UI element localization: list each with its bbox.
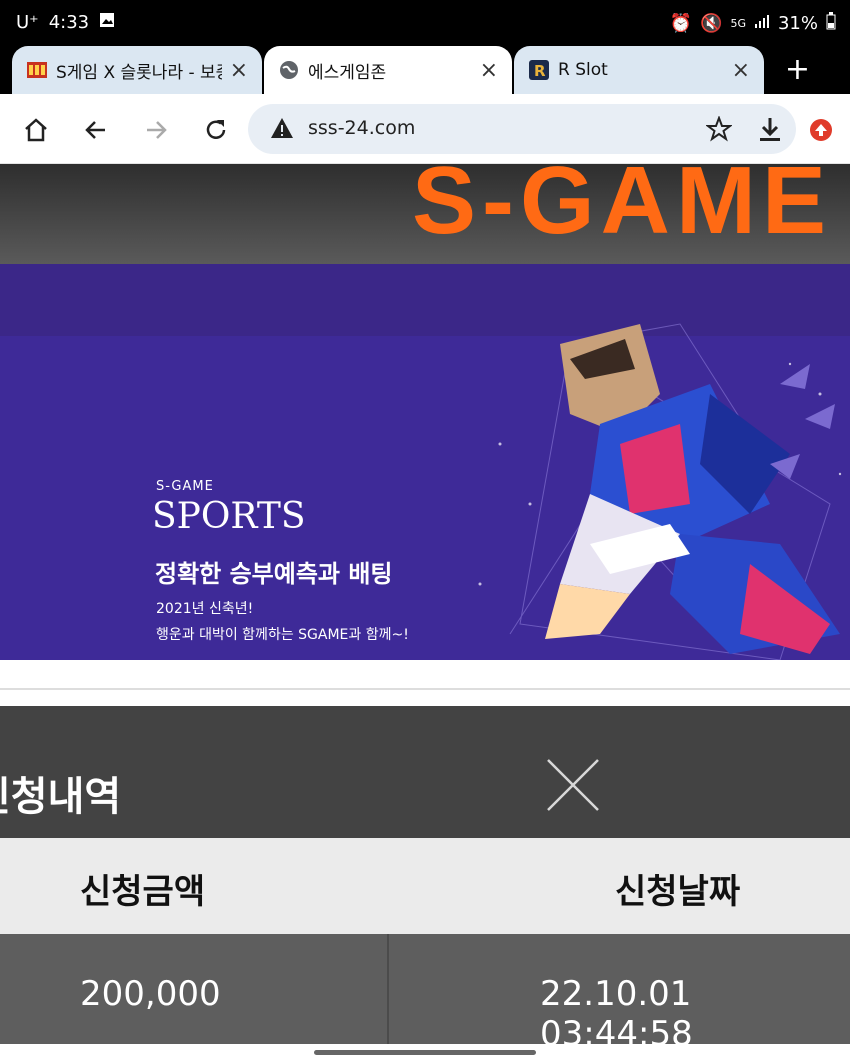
amount-cell: 200,000 — [80, 974, 221, 1014]
column-header-date: 신청날짜 — [615, 872, 741, 912]
gesture-bar — [0, 1044, 850, 1062]
reload-icon[interactable] — [198, 112, 234, 148]
alarm-icon: ⏰ — [669, 13, 693, 34]
gallery-notification-icon — [99, 12, 115, 33]
banner-tagline: 정확한 승부예측과 배팅 — [155, 560, 393, 588]
back-icon[interactable] — [78, 112, 114, 148]
battery-label: 31% — [777, 13, 818, 34]
tab-label: 에스게임존 — [308, 62, 387, 83]
slot-favicon-icon — [26, 59, 48, 81]
signal-icon — [754, 13, 770, 34]
column-header-amount: 신청금액 — [80, 872, 206, 912]
carrier-label: U⁺ — [16, 12, 39, 33]
download-icon[interactable] — [758, 116, 782, 146]
sports-banner[interactable]: S-GAME SPORTS 정확한 승부예측과 배팅 2021년 신축년! 행운… — [0, 264, 850, 660]
home-icon[interactable] — [18, 112, 54, 148]
url-text[interactable]: sss-24.com — [308, 117, 415, 139]
tab-sgamezone[interactable]: 에스게임존 × — [264, 46, 512, 94]
tab-sgame-slot[interactable]: S게임 X 슬롯나라 - 보증 × — [12, 46, 262, 94]
modal-header: 신청내역 — [0, 706, 850, 838]
banner-brand: S-GAME — [156, 479, 214, 494]
forward-icon[interactable] — [138, 112, 174, 148]
divider-line — [0, 688, 850, 690]
site-header: S-GAME — [0, 147, 850, 264]
date-cell: 22.10.01 03:44:58 — [540, 974, 693, 1054]
globe-icon — [278, 59, 300, 81]
tab-close-icon[interactable]: × — [230, 58, 248, 83]
tab-strip: S게임 X 슬롯나라 - 보증 × 에스게임존 × R R Slot × + — [0, 46, 850, 94]
tab-label: S게임 X 슬롯나라 - 보증 — [56, 62, 222, 83]
site-logo[interactable]: S-GAME — [412, 146, 832, 256]
bookmark-star-icon[interactable] — [705, 115, 733, 146]
tab-close-icon[interactable]: × — [480, 58, 498, 83]
update-icon[interactable] — [803, 112, 839, 148]
modal-title: 신청내역 — [0, 774, 122, 820]
table-row: 200,000 22.10.01 03:44:58 — [0, 934, 850, 1054]
soccer-player-illustration — [478, 323, 842, 660]
new-tab-button[interactable]: + — [785, 52, 810, 87]
mute-icon: 🔇 — [700, 13, 723, 34]
tab-rslot[interactable]: R R Slot × — [514, 46, 764, 94]
network-type-label: 5G — [730, 17, 746, 30]
close-icon[interactable] — [546, 758, 600, 812]
svg-text:R: R — [534, 62, 546, 80]
status-bar: U⁺ 4:33 ⏰ 🔇 5G 31% — [0, 0, 850, 46]
battery-icon — [826, 12, 836, 35]
time-label: 4:33 — [48, 12, 90, 33]
banner-line-1: 2021년 신축년! — [156, 601, 254, 617]
warning-icon[interactable] — [270, 116, 294, 144]
home-gesture-pill[interactable] — [314, 1050, 536, 1055]
tab-close-icon[interactable]: × — [732, 58, 750, 83]
rslot-favicon-icon: R — [528, 59, 550, 81]
table-header: 신청금액 신청날짜 — [0, 838, 850, 934]
divider-area — [0, 660, 850, 706]
banner-title: SPORTS — [152, 496, 306, 537]
tab-label: R Slot — [558, 60, 608, 80]
cell-separator — [387, 934, 389, 1044]
banner-line-2: 행운과 대박이 함께하는 SGAME과 함께~! — [156, 627, 409, 643]
